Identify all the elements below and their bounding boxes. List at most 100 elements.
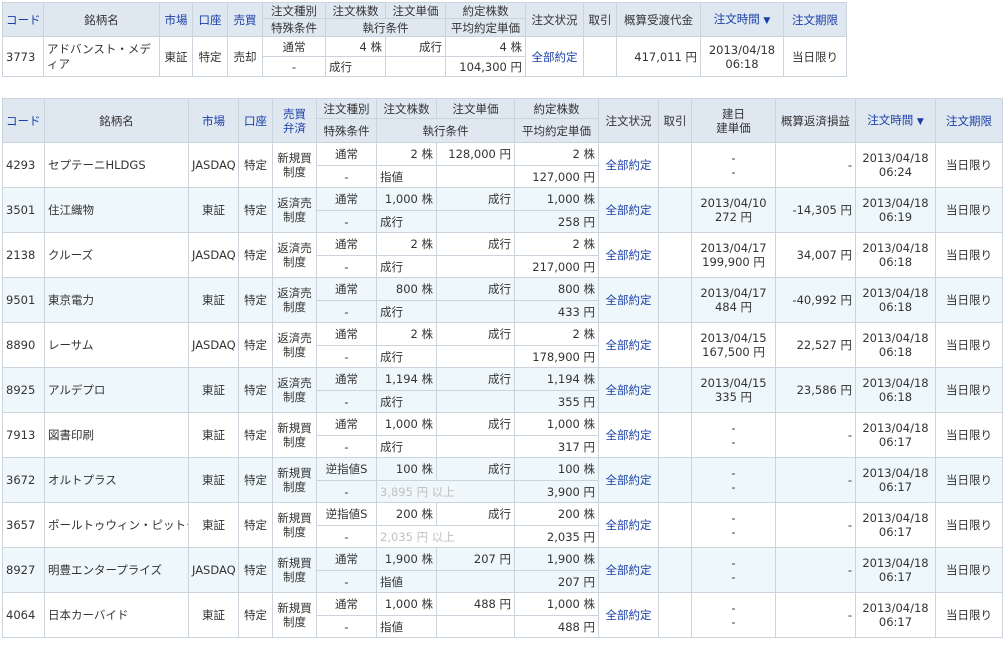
cell-account: 特定	[238, 592, 273, 638]
side-line2: 制度	[283, 300, 306, 314]
cell-avg-price: 3,900 円	[514, 480, 599, 503]
status-link[interactable]: 全部約定	[532, 50, 578, 64]
cell-qty: 1,000 株	[376, 592, 437, 616]
order-time: 06:17	[878, 525, 913, 539]
cell-price: 成行	[436, 187, 515, 211]
status-link[interactable]: 全部約定	[606, 338, 652, 352]
table-row: 4293 セプテーニHLDGS JASDAQ 特定 新規買 制度 通常 2 株 128,000 …	[2, 142, 1003, 188]
header-open-price: 建単価	[716, 120, 751, 135]
cell-exec-cond: 成行	[376, 390, 437, 413]
status-link[interactable]: 全部約定	[606, 518, 652, 532]
cell-price: 成行	[436, 232, 515, 256]
cell-price: 128,000 円	[436, 142, 515, 166]
cell-status[interactable]: 全部約定	[598, 457, 659, 503]
cell-name: アルデプロ	[44, 367, 189, 413]
header-market[interactable]: 市場	[188, 98, 239, 143]
cell-expiry: 当日限り	[935, 142, 1003, 188]
cell-expiry: 当日限り	[935, 322, 1003, 368]
cell-exec-cond: 成行	[376, 300, 437, 323]
header-code[interactable]: コード	[2, 2, 44, 37]
cell-status[interactable]: 全部約定	[598, 502, 659, 548]
status-link[interactable]: 全部約定	[606, 203, 652, 217]
cell-avg-price: 2,035 円	[514, 525, 599, 548]
cell-account: 特定	[238, 547, 273, 593]
cell-open: --	[691, 592, 776, 638]
order-time: 06:18	[878, 390, 913, 404]
header-status: 注文状況	[598, 98, 659, 143]
status-link[interactable]: 全部約定	[606, 383, 652, 397]
cell-time: 2013/04/18 06:17	[855, 457, 936, 503]
side-line1: 返済売	[277, 376, 312, 390]
header-expiry[interactable]: 注文期限	[935, 98, 1003, 143]
cell-status[interactable]: 全部約定	[598, 142, 659, 188]
header-expiry[interactable]: 注文期限	[783, 2, 847, 37]
cell-price: 207 円	[436, 547, 515, 571]
order-date: 2013/04/18	[862, 511, 929, 525]
cell-status[interactable]: 全部約定	[598, 547, 659, 593]
header-side-line2: 弁済	[283, 120, 306, 135]
cell-status[interactable]: 全部約定	[598, 367, 659, 413]
cell-status[interactable]: 全部約定	[598, 322, 659, 368]
cell-market: 東証	[188, 592, 239, 638]
cell-avg-price: 178,900 円	[514, 345, 599, 368]
cell-status[interactable]: 全部約定	[598, 412, 659, 458]
cell-cancel	[658, 592, 692, 638]
cell-status[interactable]: 全部約定	[598, 232, 659, 278]
table-row: 7913 図書印刷 東証 特定 新規買 制度 通常 1,000 株成行 1,000 株全部約定 -…	[2, 412, 1003, 458]
header-filled: 約定株数	[445, 2, 526, 19]
cell-pl: 22,527 円	[775, 322, 856, 368]
cell-cancel	[658, 187, 692, 233]
table-row: 3501 住江織物 東証 特定 返済売 制度 通常 1,000 株成行 1,000 株全部約定 2…	[2, 187, 1003, 233]
open-date: -	[731, 556, 736, 570]
status-link[interactable]: 全部約定	[606, 473, 652, 487]
header-account[interactable]: 口座	[238, 98, 273, 143]
header-status: 注文状況	[525, 2, 584, 37]
cell-filled: 1,194 株	[514, 367, 599, 391]
status-link[interactable]: 全部約定	[606, 293, 652, 307]
cell-side: 新規買 制度	[272, 412, 317, 458]
header-side[interactable]: 売買 弁済	[272, 98, 317, 143]
open-price: 199,900 円	[702, 255, 765, 269]
order-rows: 4293 セプテーニHLDGS JASDAQ 特定 新規買 制度 通常 2 株 128,000 …	[2, 142, 1003, 638]
cell-status[interactable]: 全部約定	[525, 36, 584, 77]
side-line1: 新規買	[277, 151, 312, 165]
cell-filled: 2 株	[514, 232, 599, 256]
cell-expiry: 当日限り	[935, 232, 1003, 278]
cell-avg-price: 433 円	[514, 300, 599, 323]
cell-open: 2013/04/17 484 円	[691, 277, 776, 323]
cell-open: 2013/04/10 272 円	[691, 187, 776, 233]
header-market[interactable]: 市場	[159, 2, 193, 37]
cell-special: -	[316, 570, 377, 593]
cell-order-type: 通常	[316, 592, 377, 616]
header-code[interactable]: コード	[2, 98, 45, 143]
sort-desc-icon: ▼	[916, 116, 924, 127]
header-account[interactable]: 口座	[192, 2, 228, 37]
header-time[interactable]: 注文時間 ▼	[855, 98, 936, 143]
order-date: 2013/04/18	[862, 421, 929, 435]
cell-exec-blank	[436, 345, 515, 368]
open-price: -	[731, 525, 736, 539]
cell-qty: 100 株	[376, 457, 437, 481]
cell-status[interactable]: 全部約定	[598, 187, 659, 233]
order-time: 06:18	[878, 255, 913, 269]
status-link[interactable]: 全部約定	[606, 608, 652, 622]
header-time[interactable]: 注文時間 ▼	[700, 2, 784, 37]
cell-status[interactable]: 全部約定	[598, 592, 659, 638]
cell-status[interactable]: 全部約定	[598, 277, 659, 323]
status-link[interactable]: 全部約定	[606, 248, 652, 262]
header-side[interactable]: 売買	[227, 2, 263, 37]
cell-side: 売却	[227, 36, 263, 77]
header-qty: 注文株数	[325, 2, 386, 19]
status-link[interactable]: 全部約定	[606, 563, 652, 577]
status-link[interactable]: 全部約定	[606, 158, 652, 172]
cell-price: 成行	[385, 36, 446, 57]
header-price: 注文単価	[385, 2, 446, 19]
cell-qty: 2 株	[376, 142, 437, 166]
cell-filled: 2 株	[514, 142, 599, 166]
cell-code: 8925	[2, 367, 45, 413]
cell-side: 新規買 制度	[272, 592, 317, 638]
status-link[interactable]: 全部約定	[606, 428, 652, 442]
cell-expiry: 当日限り	[935, 457, 1003, 503]
cell-cancel	[658, 457, 692, 503]
order-date: 2013/04/18	[862, 196, 929, 210]
